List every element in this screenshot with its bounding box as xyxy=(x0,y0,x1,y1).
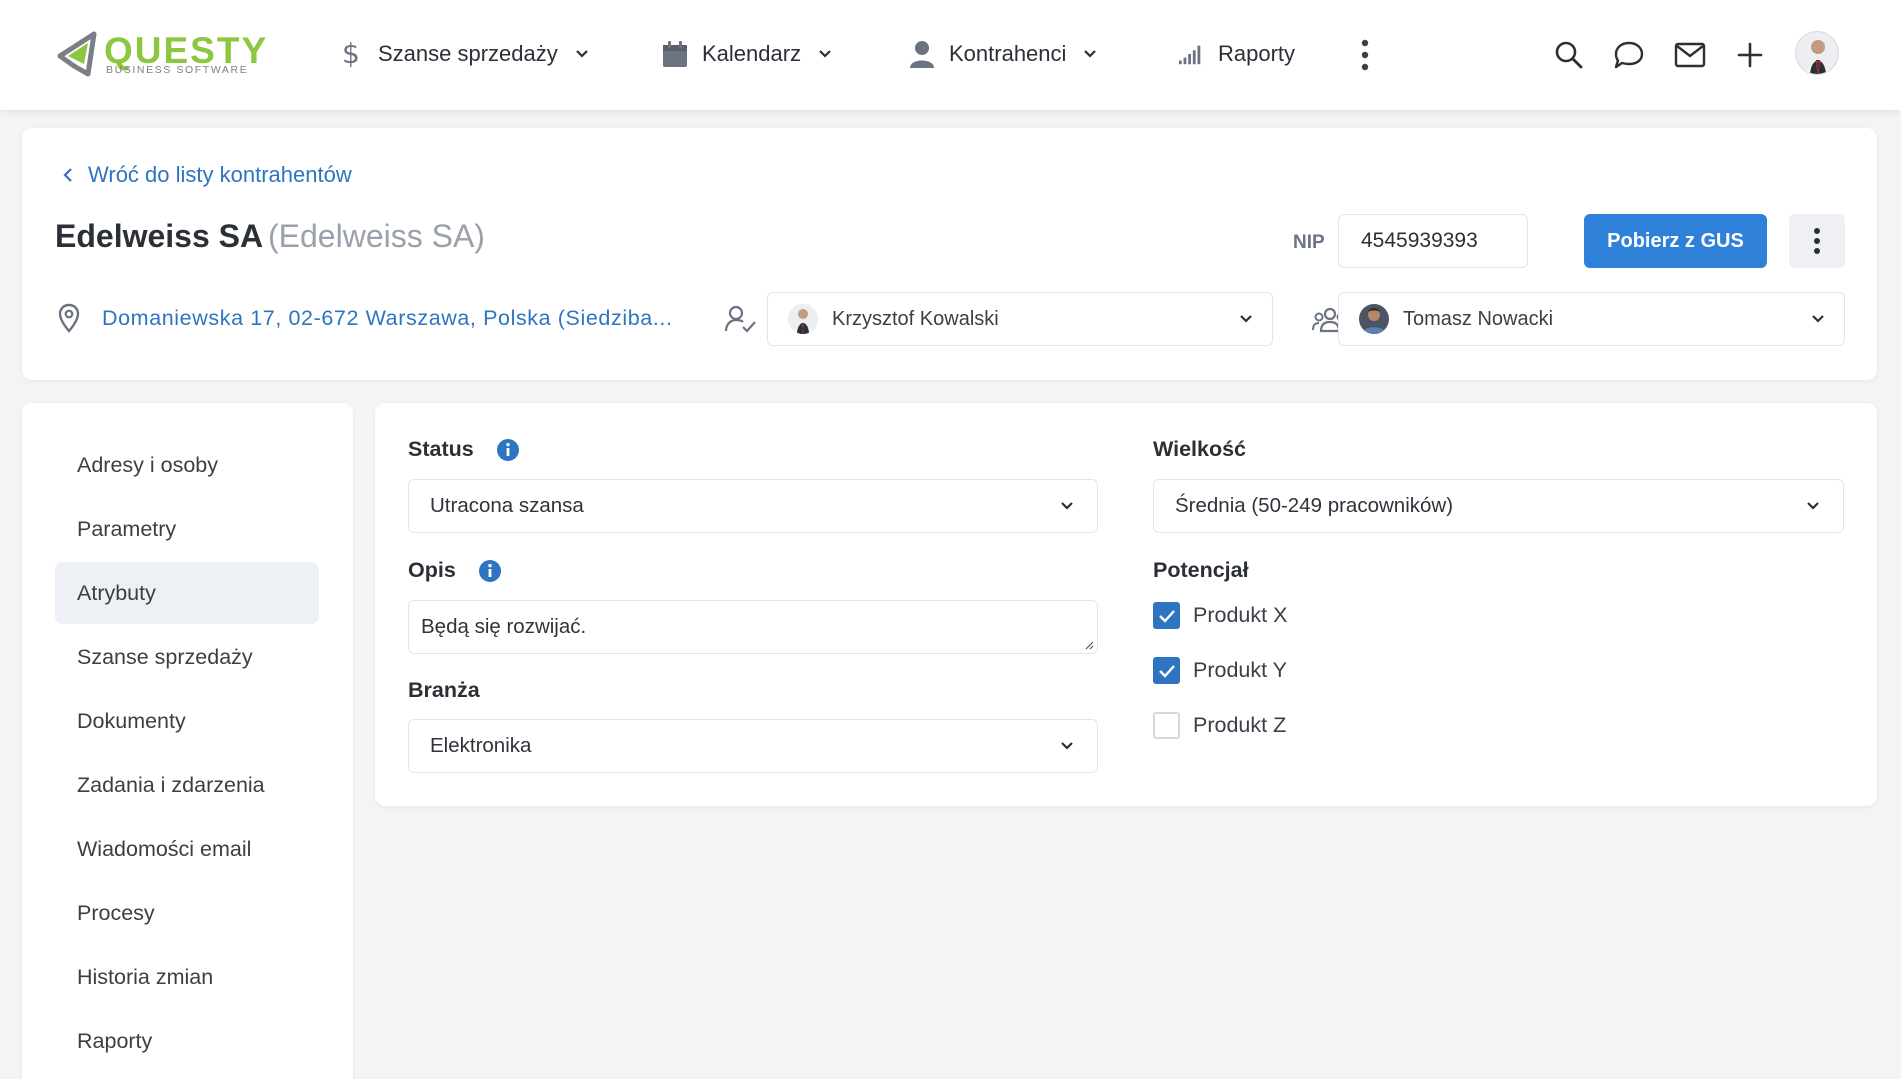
sidebar-item-wiadomosci-email[interactable]: Wiadomości email xyxy=(55,818,319,880)
sidebar-item-dokumenty[interactable]: Dokumenty xyxy=(55,690,319,752)
nav-label: Szanse sprzedaży xyxy=(378,41,558,66)
mail-icon[interactable] xyxy=(1671,36,1709,74)
industry-value: Elektronika xyxy=(430,734,532,757)
resize-handle-icon[interactable] xyxy=(1084,640,1094,650)
description-value: Będą się rozwijać. xyxy=(421,615,587,638)
description-field-label: Opis xyxy=(408,558,502,583)
user-check-icon xyxy=(724,305,756,333)
address-row: Domaniewska 17, 02-672 Warszawa, Polska … xyxy=(58,303,706,333)
info-icon[interactable] xyxy=(496,438,520,462)
sidebar-item-historia-zmian[interactable]: Historia zmian xyxy=(55,946,319,1008)
nav-kontrahenci[interactable]: Kontrahenci xyxy=(909,32,1098,76)
checkbox-checked[interactable] xyxy=(1153,657,1180,684)
industry-label: Branża xyxy=(408,678,480,702)
fetch-from-gus-button[interactable]: Pobierz z GUS xyxy=(1584,214,1767,268)
questy-logo[interactable]: QUESTY BUSINESS SOFTWARE xyxy=(54,30,294,80)
logo-tagline: BUSINESS SOFTWARE xyxy=(106,64,249,76)
description-textarea[interactable]: Będą się rozwijać. xyxy=(408,600,1098,654)
checkbox-checked[interactable] xyxy=(1153,602,1180,629)
size-select[interactable]: Średnia (50-249 pracowników) xyxy=(1153,479,1844,533)
status-field-label: Status xyxy=(408,437,520,462)
company-alias: (Edelweiss SA) xyxy=(268,218,485,254)
bar-signal-icon xyxy=(1178,40,1204,68)
sidebar-item-szanse-sprzedazy[interactable]: Szanse sprzedaży xyxy=(55,626,319,688)
dollar-icon: $ xyxy=(338,39,364,69)
contractor-header-card: Wróć do listy kontrahentów Edelweiss SA … xyxy=(22,128,1877,380)
back-link-label: Wróć do listy kontrahentów xyxy=(88,162,352,187)
owner-name: Krzysztof Kowalski xyxy=(832,307,999,330)
chevron-left-icon xyxy=(63,168,72,182)
nav-raporty[interactable]: Raporty xyxy=(1178,32,1295,76)
svg-text:$: $ xyxy=(342,39,360,69)
potential-option-produkt-x[interactable]: Produkt X xyxy=(1153,602,1287,629)
potential-field-label: Potencjał xyxy=(1153,558,1249,583)
potential-label: Potencjał xyxy=(1153,558,1249,582)
owner-avatar xyxy=(788,304,818,334)
size-field-label: Wielkość xyxy=(1153,437,1246,462)
plus-icon[interactable] xyxy=(1731,36,1769,74)
nav-kalendarz[interactable]: Kalendarz xyxy=(662,32,833,76)
team-member-avatar xyxy=(1359,304,1389,334)
search-icon[interactable] xyxy=(1550,36,1588,74)
person-icon xyxy=(909,40,935,68)
chevron-down-icon xyxy=(1807,502,1819,510)
potential-option-label: Produkt Z xyxy=(1193,713,1287,737)
status-select[interactable]: Utracona szansa xyxy=(408,479,1098,533)
nav-label: Kalendarz xyxy=(702,41,802,66)
checkmark-icon xyxy=(1158,664,1175,678)
nip-label: NIP xyxy=(1293,232,1325,253)
chevron-down-icon xyxy=(1240,315,1252,323)
nav-label: Kontrahenci xyxy=(949,41,1067,66)
team-member-name: Tomasz Nowacki xyxy=(1403,307,1554,330)
potential-option-label: Produkt X xyxy=(1193,603,1288,627)
address-link[interactable]: Domaniewska 17, 02-672 Warszawa, Polska … xyxy=(102,306,706,331)
sidebar-item-raporty[interactable]: Raporty xyxy=(55,1010,319,1072)
chat-icon[interactable] xyxy=(1610,36,1648,74)
sidebar-item-atrybuty[interactable]: Atrybuty xyxy=(55,562,319,624)
user-avatar[interactable] xyxy=(1795,31,1839,75)
sidebar-item-parametry[interactable]: Parametry xyxy=(55,498,319,560)
chevron-down-icon xyxy=(1061,742,1073,750)
sidebar-item-zadania-i-zdarzenia[interactable]: Zadania i zdarzenia xyxy=(55,754,319,816)
company-name: Edelweiss SA xyxy=(55,218,264,254)
chevron-down-icon xyxy=(1812,315,1824,323)
header-more-button[interactable] xyxy=(1789,214,1845,268)
nav-szanse-sprzedazy[interactable]: $ Szanse sprzedaży xyxy=(338,32,590,76)
chevron-down-icon xyxy=(575,50,588,58)
status-value: Utracona szansa xyxy=(430,494,584,517)
size-label: Wielkość xyxy=(1153,437,1247,461)
checkbox-unchecked[interactable] xyxy=(1153,712,1180,739)
potential-option-label: Produkt Y xyxy=(1193,658,1288,682)
industry-field-label: Branża xyxy=(408,678,480,703)
attributes-form-card: Status Utracona szansa Opis Będą się roz… xyxy=(375,403,1877,806)
nip-input[interactable] xyxy=(1338,214,1528,268)
section-sidebar: Adresy i osoby Parametry Atrybuty Szanse… xyxy=(22,403,353,1079)
sidebar-item-procesy[interactable]: Procesy xyxy=(55,882,319,944)
potential-option-produkt-z[interactable]: Produkt Z xyxy=(1153,712,1286,739)
nav-label: Raporty xyxy=(1218,41,1296,66)
logo-mark-icon xyxy=(57,31,97,77)
sidebar-item-adresy-i-osoby[interactable]: Adresy i osoby xyxy=(55,434,319,496)
chevron-down-icon xyxy=(1084,50,1097,58)
top-navigation-bar: QUESTY BUSINESS SOFTWARE $ Szanse sprzed… xyxy=(0,0,1901,110)
chevron-down-icon xyxy=(1061,502,1073,510)
owner-select[interactable]: Krzysztof Kowalski xyxy=(767,292,1273,346)
description-label: Opis xyxy=(408,558,456,582)
size-value: Średnia (50-249 pracowników) xyxy=(1175,494,1454,517)
more-vertical-icon[interactable] xyxy=(1354,38,1376,72)
potential-option-produkt-y[interactable]: Produkt Y xyxy=(1153,657,1287,684)
info-icon[interactable] xyxy=(478,559,502,583)
checkmark-icon xyxy=(1158,609,1175,623)
team-member-select[interactable]: Tomasz Nowacki xyxy=(1338,292,1845,346)
chevron-down-icon xyxy=(819,50,831,58)
back-to-list-link[interactable]: Wróć do listy kontrahentów xyxy=(62,162,352,188)
status-label: Status xyxy=(408,437,474,461)
industry-select[interactable]: Elektronika xyxy=(408,719,1098,773)
calendar-icon xyxy=(662,40,688,68)
location-pin-icon xyxy=(58,303,80,333)
more-vertical-icon xyxy=(1814,228,1820,254)
